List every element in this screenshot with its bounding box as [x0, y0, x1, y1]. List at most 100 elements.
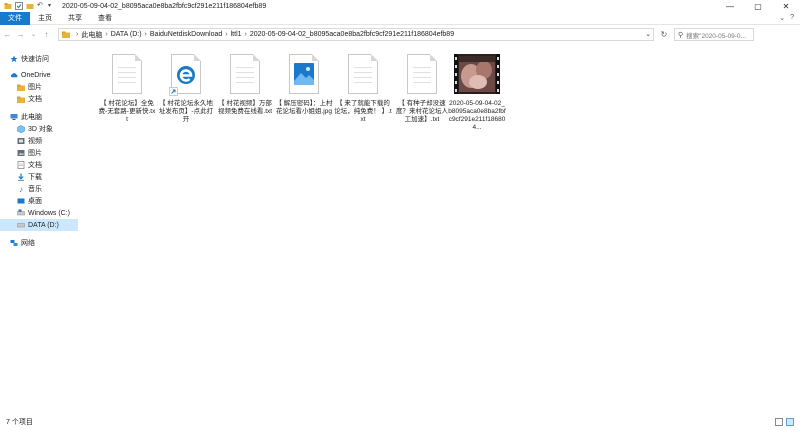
text-file-icon — [407, 54, 437, 94]
sidebar-item-desktop[interactable]: 桌面 — [17, 195, 76, 207]
sidebar-item-onedrive-documents[interactable]: 文档 — [17, 93, 76, 105]
documents-icon — [17, 161, 25, 169]
back-arrow-icon[interactable]: ← — [2, 29, 13, 40]
breadcrumb-separator-icon: › — [244, 31, 247, 38]
window-controls: — ▢ ✕ — [716, 0, 800, 12]
tab-file[interactable]: 文件 — [0, 11, 30, 25]
file-name: 【 来了就能下载的论坛，纯免费！ 】.txt — [334, 100, 392, 123]
tab-home[interactable]: 主页 — [30, 12, 60, 25]
quick-access-toolbar: ↶ ▾ — [0, 2, 56, 10]
file-name: 【 村花视频】万部视频免费在线看.txt — [217, 100, 273, 115]
drive-icon — [17, 221, 25, 229]
file-item[interactable]: 【 有种子却没速度？来村花论坛人工加速】.txt — [391, 50, 453, 124]
sidebar-item-videos[interactable]: 视频 — [17, 135, 76, 147]
details-view-icon[interactable] — [775, 418, 783, 426]
text-file-icon — [112, 54, 142, 94]
breadcrumb-drive-d[interactable]: DATA (D:) — [111, 31, 142, 38]
file-item[interactable]: 【 解压密码】：上村花论坛看小姐姐.jpg — [273, 50, 335, 116]
cloud-icon — [10, 71, 18, 79]
breadcrumb-current-folder[interactable]: 2020-05-09-04-02_b8095aca0e8ba2fbfc9cf29… — [250, 31, 454, 38]
breadcrumb-this-pc[interactable]: 此电脑 — [81, 30, 102, 40]
sidebar-item-quick-access[interactable]: 快速访问 — [10, 53, 76, 65]
file-item[interactable]: 【 村花论坛】全免费-无套路-更新快.txt — [96, 50, 158, 124]
refresh-icon[interactable]: ↻ — [658, 28, 670, 41]
sidebar-item-drive-d[interactable]: DATA (D:) — [0, 219, 78, 231]
folder-icon — [17, 95, 25, 103]
cube-icon — [17, 125, 25, 133]
file-item[interactable]: 2020-05-09-04-02_b8095aca0e8ba2fbfc9cf29… — [446, 50, 508, 132]
download-icon — [17, 173, 25, 181]
breadcrumb-baidunetdiskdownload[interactable]: BaiduNetdiskDownload — [150, 31, 222, 38]
properties-icon[interactable] — [15, 2, 23, 10]
help-icon[interactable]: ? — [790, 14, 794, 22]
large-icons-view-icon[interactable] — [786, 418, 794, 426]
ribbon-right-controls: ⌄ ? — [779, 14, 794, 22]
search-placeholder: 搜索"2020-05-09-0... — [686, 32, 746, 40]
minimize-button[interactable]: — — [716, 0, 744, 12]
file-thumbnail — [332, 50, 394, 98]
breadcrumb-lttl1[interactable]: lttl1 — [231, 31, 242, 38]
up-arrow-icon[interactable]: ↑ — [41, 29, 52, 40]
file-name: 【 有种子却没速度？来村花论坛人工加速】.txt — [396, 100, 448, 123]
text-file-icon — [348, 54, 378, 94]
item-count: 7 个项目 — [6, 419, 33, 426]
expand-ribbon-icon[interactable]: ⌄ — [779, 14, 785, 22]
folder-icon — [62, 31, 70, 38]
breadcrumb-separator-icon: › — [76, 31, 79, 38]
sidebar-item-music[interactable]: ♪ 音乐 — [17, 183, 76, 195]
file-thumbnail — [96, 50, 158, 98]
customize-dropdown-icon[interactable]: ▾ — [48, 2, 56, 10]
file-thumbnail — [273, 50, 335, 98]
window-title: 2020-05-09-04-02_b8095aca0e8ba2fbfc9cf29… — [62, 2, 267, 10]
address-bar[interactable]: › 此电脑 › DATA (D:) › BaiduNetdiskDownload… — [58, 28, 654, 41]
tab-share[interactable]: 共享 — [60, 12, 90, 25]
breadcrumb-separator-icon: › — [144, 31, 147, 38]
status-bar: 7 个项目 — [0, 414, 800, 430]
sidebar-item-this-pc[interactable]: 此电脑 — [10, 111, 76, 123]
recent-dropdown-icon[interactable]: ⌄ — [28, 29, 39, 40]
star-icon — [10, 55, 18, 63]
file-thumbnail — [214, 50, 276, 98]
sidebar-item-network[interactable]: 网络 — [10, 237, 76, 249]
video-icon — [17, 137, 25, 145]
maximize-button[interactable]: ▢ — [744, 0, 772, 12]
folder-icon — [4, 2, 12, 10]
edge-shortcut-icon — [169, 54, 201, 96]
text-file-icon — [230, 54, 260, 94]
music-icon: ♪ — [19, 184, 23, 194]
file-item[interactable]: 【 来了就能下载的论坛，纯免费！ 】.txt — [332, 50, 394, 124]
sidebar-item-onedrive-pictures[interactable]: 图片 — [17, 81, 76, 93]
address-row: ← → ⌄ ↑ › 此电脑 › DATA (D:) › BaiduNetdisk… — [0, 27, 800, 42]
tab-view[interactable]: 查看 — [90, 12, 120, 25]
file-item[interactable]: 【 村花视频】万部视频免费在线看.txt — [214, 50, 276, 116]
network-icon — [10, 239, 18, 247]
close-button[interactable]: ✕ — [772, 0, 800, 12]
file-thumbnail — [155, 50, 217, 98]
file-name: 【 村花论坛】全免费-无套路-更新快.txt — [98, 100, 156, 123]
address-dropdown-icon[interactable]: ⌄ — [645, 30, 651, 38]
undo-icon[interactable]: ↶ — [37, 2, 45, 10]
drive-icon — [17, 209, 25, 217]
image-file-icon — [289, 54, 319, 94]
sidebar-item-downloads[interactable]: 下载 — [17, 171, 76, 183]
file-item[interactable]: 【 村花论坛永久地址发布页】-点此打开 — [155, 50, 217, 124]
file-name: 2020-05-09-04-02_b8095aca0e8ba2fbfc9cf29… — [448, 100, 506, 131]
video-thumbnail-icon — [454, 54, 500, 94]
search-input[interactable]: ⚲ 搜索"2020-05-09-0... — [674, 28, 754, 41]
pictures-icon — [17, 149, 25, 157]
folder-icon — [17, 83, 25, 91]
new-folder-icon[interactable] — [26, 2, 34, 10]
forward-arrow-icon[interactable]: → — [15, 29, 26, 40]
desktop-icon — [17, 197, 25, 205]
sidebar-item-pictures[interactable]: 图片 — [17, 147, 76, 159]
file-thumbnail — [446, 50, 508, 98]
title-bar: ↶ ▾ 2020-05-09-04-02_b8095aca0e8ba2fbfc9… — [0, 0, 800, 12]
sidebar-item-documents[interactable]: 文档 — [17, 159, 76, 171]
breadcrumb-separator-icon: › — [105, 31, 108, 38]
sidebar-item-drive-c[interactable]: Windows (C:) — [17, 207, 76, 219]
file-list: 【 村花论坛】全免费-无套路-更新快.txt 【 村花论坛永久地址发布页】-点此… — [80, 44, 800, 414]
sidebar-item-3d-objects[interactable]: 3D 对象 — [17, 123, 76, 135]
view-toggle — [775, 418, 794, 426]
sidebar-item-onedrive[interactable]: OneDrive — [10, 69, 76, 81]
computer-icon — [10, 113, 18, 121]
